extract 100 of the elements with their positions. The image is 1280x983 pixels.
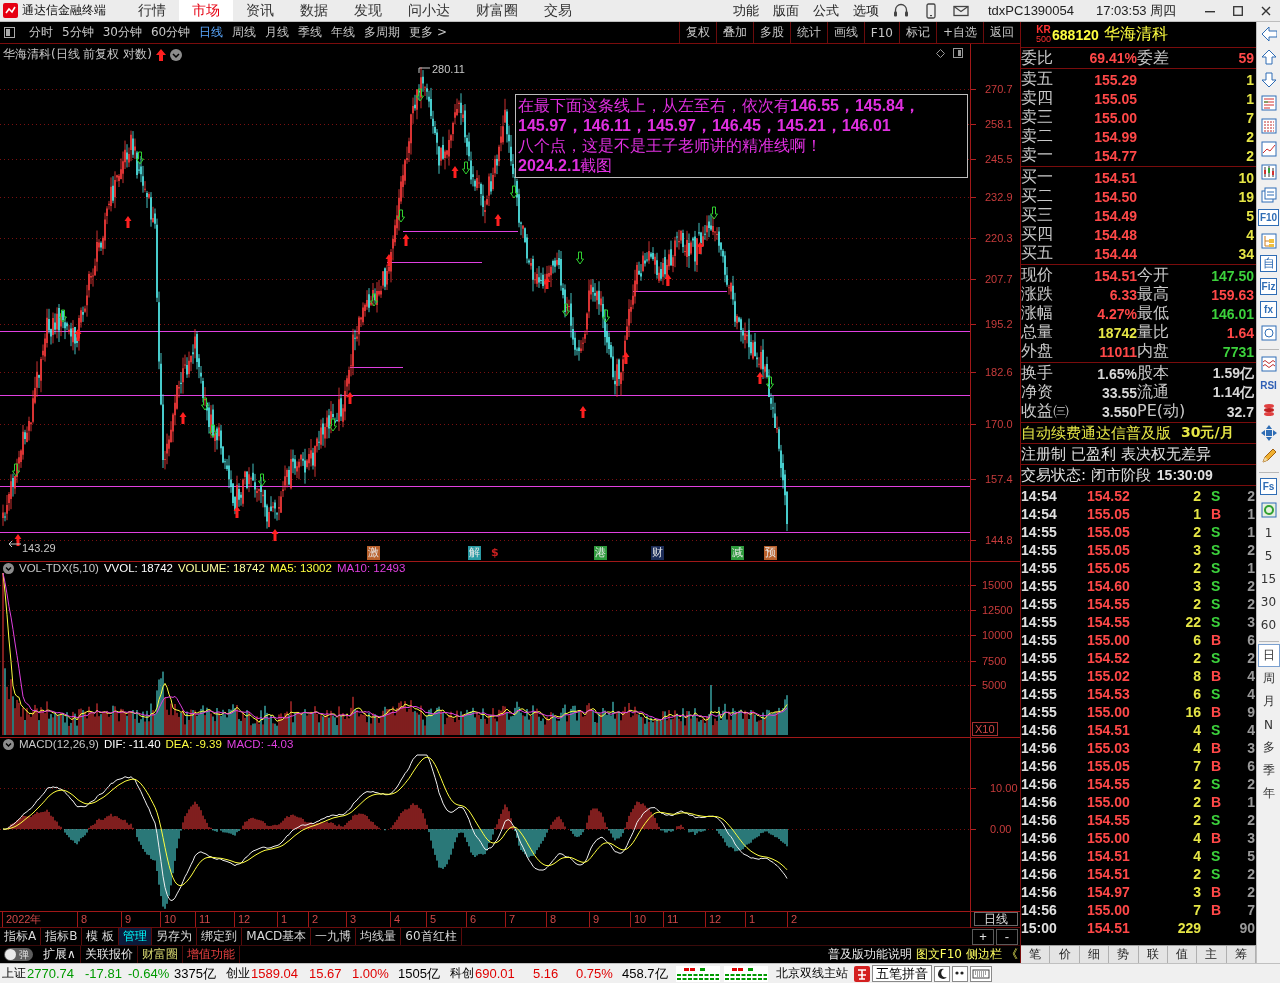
legend-text: MA5: 13002 — [269, 562, 332, 574]
event-marker[interactable]: $ — [490, 546, 500, 560]
period-button[interactable]: 1 — [1257, 521, 1280, 544]
period-button[interactable]: 15 — [1257, 567, 1280, 590]
period-button[interactable]: 30 — [1257, 590, 1280, 613]
help-link[interactable]: 侧边栏 — [964, 946, 1004, 963]
chevron-down-icon[interactable] — [170, 48, 182, 61]
period-button[interactable]: 周 — [1257, 667, 1280, 690]
line-chart-icon[interactable] — [1260, 140, 1277, 157]
period-tab[interactable]: 季线 — [294, 22, 327, 43]
event-marker[interactable]: 财 — [651, 546, 664, 560]
zoom-button[interactable]: - — [996, 928, 1018, 945]
trade-count: 6 — [1246, 632, 1256, 648]
panel-icon[interactable] — [4, 27, 15, 38]
period-tab[interactable]: 多周期 — [360, 22, 405, 43]
period-button[interactable]: 多 — [1257, 736, 1280, 759]
period-tab[interactable]: 周线 — [228, 22, 261, 43]
period-tab[interactable]: 60分钟 — [146, 22, 195, 43]
phone-icon[interactable] — [923, 2, 939, 19]
menu-item[interactable]: 选项 — [846, 1, 886, 20]
punctuation-icon[interactable] — [952, 965, 968, 982]
windows-icon[interactable] — [1260, 186, 1277, 203]
menu-tab[interactable]: 发现 — [341, 0, 395, 21]
sidebar-badge[interactable]: Fs — [1260, 478, 1277, 495]
up-arrow-icon — [346, 392, 354, 404]
menu-tab[interactable]: 资讯 — [233, 0, 287, 21]
trade-volume: 7 — [1192, 758, 1201, 774]
server-name[interactable]: 北京双线主站 — [776, 965, 848, 982]
chevron-down-icon[interactable] — [3, 738, 14, 750]
sidebar-badge[interactable]: F10 — [1257, 209, 1280, 226]
trade-side: S — [1210, 614, 1222, 630]
toolbar-button[interactable]: 统计 — [789, 22, 827, 43]
diamond-icon[interactable] — [936, 48, 945, 58]
trade-count: 6 — [1246, 758, 1256, 774]
period-tab[interactable]: 年线 — [327, 22, 360, 43]
period-button[interactable]: 日 — [1257, 644, 1280, 667]
period-button[interactable]: 月 — [1257, 690, 1280, 713]
period-button[interactable]: 年 — [1257, 782, 1280, 805]
toolbar-button[interactable]: +自选 — [935, 22, 983, 43]
event-marker[interactable]: 预 — [764, 546, 777, 560]
chevron-down-icon[interactable] — [3, 562, 14, 574]
sidebar-badge[interactable]: 自 — [1260, 255, 1277, 272]
period-button[interactable]: 60 — [1257, 613, 1280, 636]
toolbar-button[interactable]: 叠加 — [715, 22, 753, 43]
toggle-switch[interactable]: 弹 — [4, 948, 33, 961]
sidebar-badge[interactable]: RSI — [1259, 378, 1278, 395]
toolbar-button[interactable]: 复权 — [678, 22, 716, 43]
indicator-tab[interactable]: 管理 — [119, 928, 153, 945]
period-tab[interactable]: 日线 — [195, 22, 228, 43]
period-tab[interactable]: 30分钟 — [98, 22, 146, 43]
down-arrow-icon[interactable] — [1260, 71, 1277, 88]
menu-tab[interactable]: 交易 — [531, 0, 585, 21]
headset-icon[interactable] — [893, 2, 909, 19]
period-tab[interactable]: 分时 — [25, 22, 57, 43]
menu-item[interactable]: 公式 — [806, 1, 846, 20]
toolbar-button[interactable]: 画线 — [826, 22, 864, 43]
help-link[interactable]: 《 — [1004, 946, 1020, 963]
back-arrow-icon[interactable] — [1260, 25, 1277, 42]
field-label: 净资 — [1021, 382, 1053, 403]
promo-price[interactable]: 30元/月 — [1181, 424, 1234, 442]
field-value: 1.59亿 — [1211, 364, 1254, 383]
toolbar-button[interactable]: 多股 — [752, 22, 790, 43]
candlestick-icon[interactable] — [1260, 163, 1277, 180]
ring-icon[interactable] — [1260, 501, 1277, 518]
toolbar-button[interactable]: F10 — [863, 22, 899, 43]
menu-tab[interactable]: 行情 — [125, 0, 179, 21]
menu-tab[interactable]: 问小达 — [395, 0, 463, 21]
toggle-knob-icon — [5, 949, 16, 960]
moon-icon[interactable] — [934, 965, 950, 982]
menu-tab[interactable]: 数据 — [287, 0, 341, 21]
period-tab[interactable]: 更多 > — [405, 22, 452, 43]
toolbar-button[interactable]: 标记 — [898, 22, 936, 43]
period-tab[interactable]: 月线 — [261, 22, 294, 43]
menu-item[interactable]: 版面 — [766, 1, 806, 20]
trade-volume: 7 — [1192, 902, 1201, 918]
period-button[interactable]: 季 — [1257, 759, 1280, 782]
menu-tab[interactable]: 财富圈 — [463, 0, 531, 21]
help-link[interactable]: 普及版功能说明 — [825, 946, 914, 963]
sidebar-badge[interactable]: Fiz — [1259, 278, 1278, 295]
app-logo-icon[interactable] — [3, 3, 18, 18]
pencil-icon[interactable] — [1260, 447, 1277, 464]
ime-mode[interactable]: 五笔拼音 — [872, 965, 932, 982]
period-tab[interactable]: 5分钟 — [58, 22, 98, 43]
sidebar-badge[interactable]: fx — [1260, 301, 1277, 318]
help-link[interactable]: 图文F10 — [913, 946, 964, 963]
menu-tab[interactable]: 市场 — [179, 0, 233, 21]
period-button[interactable]: 5 — [1257, 544, 1280, 567]
up-arrow-icon — [579, 406, 587, 418]
move-icon[interactable] — [1260, 424, 1277, 441]
trade-volume: 6 — [1192, 686, 1201, 702]
menu-item[interactable]: 功能 — [726, 1, 766, 20]
list-icon[interactable] — [1260, 94, 1277, 111]
period-button[interactable]: N — [1257, 713, 1280, 736]
zoom-button[interactable]: + — [972, 928, 994, 945]
promo-text[interactable]: 自动续费通达信普及版 — [1021, 423, 1171, 443]
ime-logo-icon[interactable] — [854, 965, 870, 982]
up-arrow-icon[interactable] — [1260, 48, 1277, 65]
event-marker[interactable]: 激 — [367, 546, 380, 560]
wave-icon[interactable] — [1260, 355, 1277, 372]
panel-icon[interactable] — [953, 48, 963, 58]
